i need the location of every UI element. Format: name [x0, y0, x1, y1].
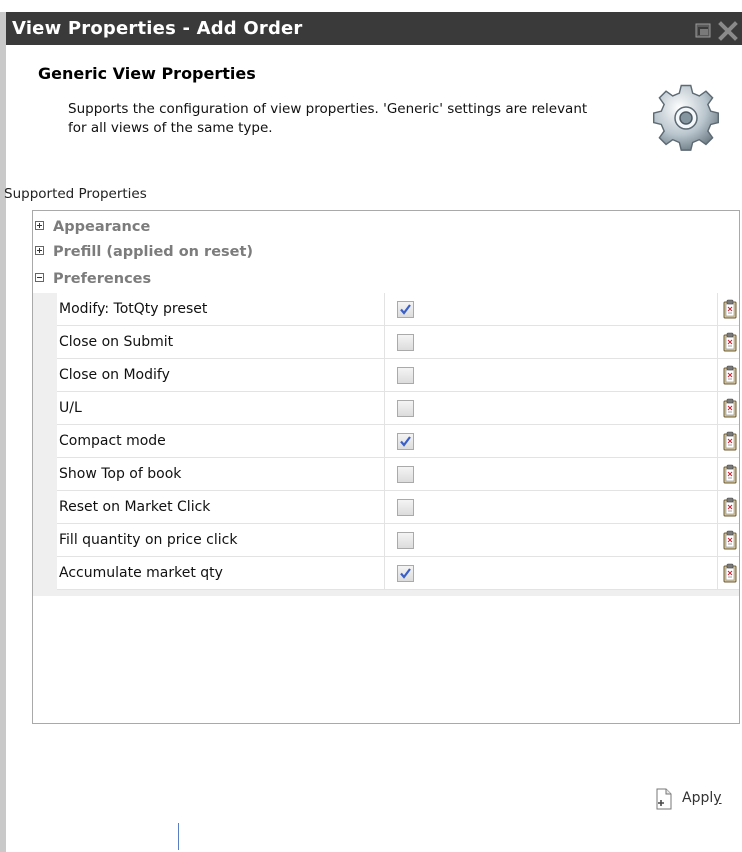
property-row[interactable]: Close on Modify	[57, 359, 739, 392]
column-divider	[717, 359, 718, 391]
group-label: Prefill (applied on reset)	[53, 244, 254, 260]
clipboard-icon[interactable]	[723, 431, 737, 451]
supported-properties-label: Supported Properties	[4, 186, 147, 202]
property-name: Close on Modify	[59, 359, 385, 391]
column-divider	[717, 392, 718, 424]
apply-label-text: Apply	[682, 790, 722, 806]
property-row[interactable]: Compact mode	[57, 425, 739, 458]
column-divider	[717, 326, 718, 358]
preferences-list: Modify: TotQty preset Close on Submit Cl…	[33, 293, 739, 596]
property-name: Compact mode	[59, 425, 385, 457]
expand-icon[interactable]	[35, 246, 44, 255]
clipboard-icon[interactable]	[723, 497, 737, 517]
property-row[interactable]: Show Top of book	[57, 458, 739, 491]
checkbox[interactable]	[397, 367, 414, 384]
property-name: Fill quantity on price click	[59, 524, 385, 556]
clipboard-icon[interactable]	[723, 464, 737, 484]
property-row[interactable]: U/L	[57, 392, 739, 425]
restore-icon[interactable]	[694, 19, 714, 39]
checkbox[interactable]	[397, 400, 414, 417]
property-name: U/L	[59, 392, 385, 424]
checkbox[interactable]	[397, 565, 414, 582]
top-strip	[0, 0, 742, 12]
property-row[interactable]: Reset on Market Click	[57, 491, 739, 524]
group-label: Preferences	[53, 271, 152, 287]
column-divider	[717, 293, 718, 325]
properties-panel: Appearance Prefill (applied on reset) Pr…	[32, 210, 740, 724]
checkbox[interactable]	[397, 466, 414, 483]
checkbox[interactable]	[397, 532, 414, 549]
column-divider	[717, 557, 718, 589]
property-name: Show Top of book	[59, 458, 385, 490]
group-appearance[interactable]: Appearance	[35, 217, 735, 237]
column-divider	[717, 458, 718, 490]
left-border	[0, 12, 6, 852]
text-caret	[178, 823, 179, 850]
clipboard-icon[interactable]	[723, 530, 737, 550]
page-title: Generic View Properties	[38, 64, 256, 83]
clipboard-icon[interactable]	[723, 299, 737, 319]
group-label: Appearance	[53, 219, 151, 235]
apply-icon	[654, 788, 674, 810]
column-divider	[717, 425, 718, 457]
window-title: View Properties - Add Order	[12, 18, 303, 39]
clipboard-icon[interactable]	[723, 365, 737, 385]
property-name: Modify: TotQty preset	[59, 293, 385, 325]
checkbox[interactable]	[397, 499, 414, 516]
checkbox[interactable]	[397, 301, 414, 318]
close-icon[interactable]	[718, 19, 738, 41]
collapse-icon[interactable]	[35, 273, 44, 282]
property-name: Close on Submit	[59, 326, 385, 358]
property-name: Reset on Market Click	[59, 491, 385, 523]
window-titlebar[interactable]: View Properties - Add Order	[6, 12, 742, 45]
property-row[interactable]: Modify: TotQty preset	[57, 293, 739, 326]
clipboard-icon[interactable]	[723, 398, 737, 418]
checkbox[interactable]	[397, 433, 414, 450]
clipboard-icon[interactable]	[723, 563, 737, 583]
page-description: Supports the configuration of view prope…	[68, 101, 588, 136]
gear-icon	[650, 82, 722, 154]
property-row[interactable]: Fill quantity on price click	[57, 524, 739, 557]
property-row[interactable]: Close on Submit	[57, 326, 739, 359]
clipboard-icon[interactable]	[723, 332, 737, 352]
column-divider	[717, 491, 718, 523]
group-preferences[interactable]: Preferences	[35, 269, 735, 289]
column-divider	[717, 524, 718, 556]
property-name: Accumulate market qty	[59, 557, 385, 589]
expand-icon[interactable]	[35, 221, 44, 230]
group-prefill[interactable]: Prefill (applied on reset)	[35, 242, 735, 262]
checkbox[interactable]	[397, 334, 414, 351]
apply-label: Apply	[682, 786, 722, 810]
property-row[interactable]: Accumulate market qty	[57, 557, 739, 590]
